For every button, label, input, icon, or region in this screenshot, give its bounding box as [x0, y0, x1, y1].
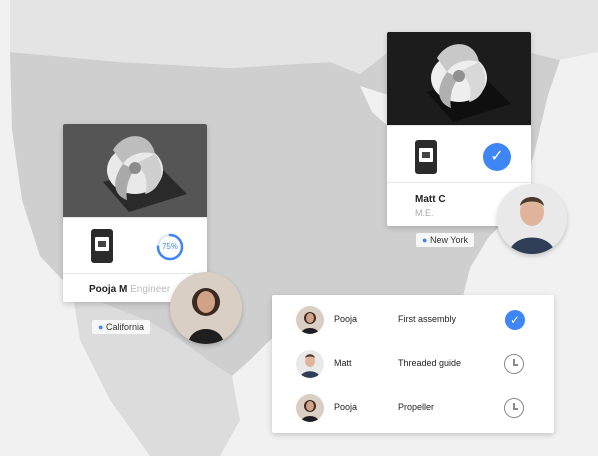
task-row[interactable]: Pooja First assembly ✓ — [272, 297, 554, 343]
engineer-name: Pooja M Engineer — [89, 284, 170, 295]
card-divider — [387, 182, 531, 183]
engineer-role: M.E. — [415, 208, 434, 218]
card-divider — [387, 125, 531, 126]
check-circle-icon: ✓ — [483, 143, 511, 171]
task-name: First assembly — [398, 314, 457, 324]
location-tag-left: ● California — [92, 320, 150, 334]
engineer-name-text: Pooja M — [89, 284, 128, 295]
location-label: California — [105, 322, 144, 332]
avatar-pooja[interactable] — [170, 272, 242, 344]
clock-icon — [504, 354, 524, 374]
propeller-render — [387, 32, 531, 125]
task-list-panel: Pooja First assembly ✓ Matt Threaded gui… — [272, 295, 554, 433]
location-pin-icon: ● — [422, 235, 428, 245]
phone-file-icon — [415, 140, 437, 174]
propeller-render — [63, 124, 207, 217]
task-row[interactable]: Matt Threaded guide — [272, 341, 554, 387]
card-divider — [63, 217, 207, 218]
engineer-name: Matt C — [415, 194, 446, 205]
task-person: Matt — [334, 358, 352, 368]
location-label: New York — [429, 235, 468, 245]
propeller-icon — [103, 136, 187, 212]
progress-label: 75% — [161, 242, 178, 251]
clock-icon — [504, 398, 524, 418]
engineer-card-left[interactable]: 75% Pooja M Engineer — [63, 124, 207, 302]
location-pin-icon: ● — [98, 322, 104, 332]
avatar-small — [296, 306, 324, 334]
avatar-matt[interactable] — [497, 184, 567, 254]
task-row[interactable]: Pooja Propeller — [272, 385, 554, 431]
engineer-role: Engineer — [130, 284, 171, 295]
check-circle-icon: ✓ — [505, 310, 525, 330]
avatar-small — [296, 350, 324, 378]
task-name: Propeller — [398, 402, 435, 412]
task-name: Threaded guide — [398, 358, 462, 368]
task-person: Pooja — [334, 402, 358, 412]
location-tag-right: ● New York — [416, 233, 474, 247]
task-person: Pooja — [334, 314, 358, 324]
propeller-icon — [427, 44, 511, 122]
avatar-small — [296, 394, 324, 422]
card-divider — [63, 273, 207, 274]
phone-file-icon — [91, 229, 113, 263]
